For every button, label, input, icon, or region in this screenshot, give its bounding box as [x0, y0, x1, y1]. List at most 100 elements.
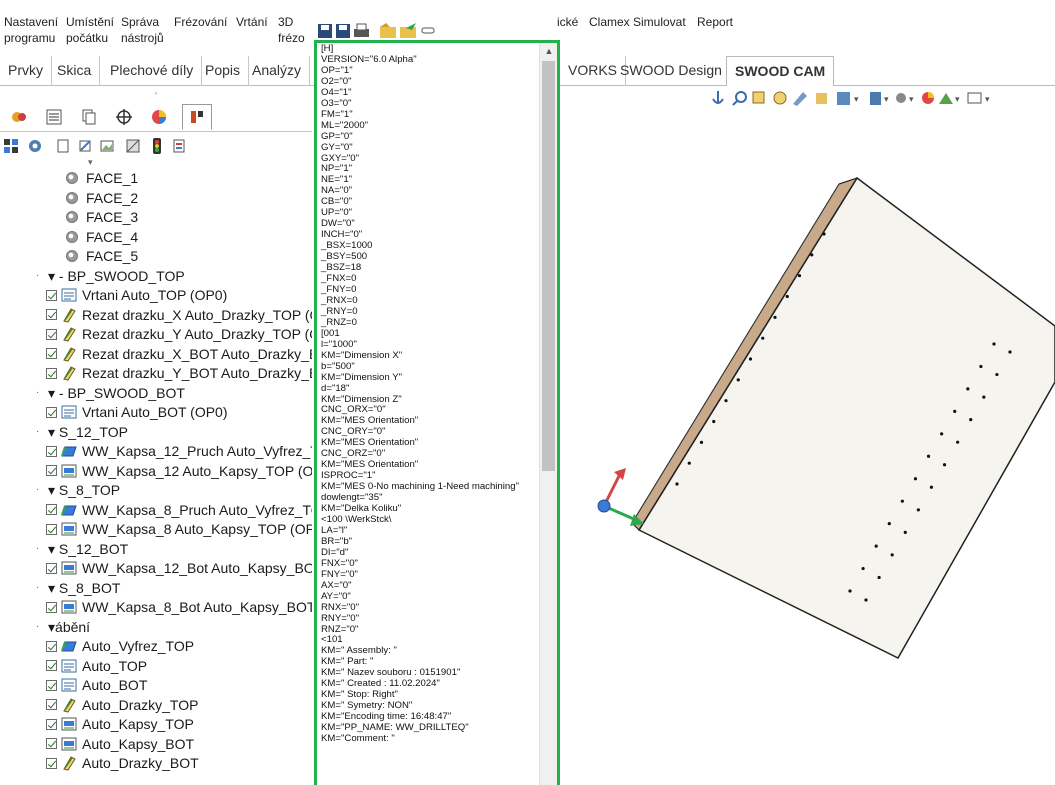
- image-icon[interactable]: [98, 137, 116, 155]
- tree-item[interactable]: FACE_2: [66, 188, 138, 208]
- editor-line: FNY="0": [321, 568, 358, 580]
- checkbox[interactable]: [46, 328, 57, 340]
- tree-item[interactable]: FACE_3: [66, 207, 138, 227]
- menu-item[interactable]: 3D frézo: [278, 14, 305, 46]
- panel-splitter-handle[interactable]: ◦: [0, 86, 312, 102]
- scrollbar-thumb[interactable]: [542, 61, 555, 471]
- tree-item[interactable]: WW_Kapsa_8_Pruch Auto_Vyfrez_TOP: [46, 500, 312, 520]
- graphics-viewport[interactable]: ▾ ▾ ▾ ▾ ▾: [560, 86, 1055, 785]
- minimize-bar-icon[interactable]: [421, 27, 435, 34]
- editor-line: CB="0": [321, 196, 353, 208]
- checkbox[interactable]: [46, 679, 57, 691]
- tree-item[interactable]: Auto_BOT: [46, 675, 147, 695]
- tab-skica[interactable]: Skica: [49, 56, 101, 86]
- tree-item[interactable]: Auto_Drazky_BOT: [46, 753, 199, 773]
- tab-feature-manager[interactable]: [4, 104, 34, 130]
- tree-item[interactable]: · ▾ S_12_BOT: [36, 539, 128, 559]
- tree-item[interactable]: · ▾ S_12_TOP: [36, 422, 128, 442]
- tab-anal-zy[interactable]: Analýzy: [244, 56, 311, 86]
- tree-item-label: ▾ S_12_TOP: [48, 423, 128, 440]
- tab-plechov-d-ly[interactable]: Plechové díly: [102, 56, 203, 86]
- menu-item[interactable]: Clamex: [589, 14, 630, 30]
- traffic-light-icon[interactable]: [148, 137, 166, 155]
- tree-item[interactable]: Auto_Drazky_TOP: [46, 695, 198, 715]
- checkbox[interactable]: [46, 562, 57, 574]
- menu-item[interactable]: Report: [697, 14, 733, 30]
- menu-item[interactable]: ické: [557, 14, 578, 30]
- tab-dimxpert-manager[interactable]: [109, 104, 139, 130]
- checkbox[interactable]: [46, 348, 57, 359]
- appearance-icon: [152, 110, 166, 124]
- material-icon[interactable]: [124, 137, 142, 155]
- text-editor[interactable]: [H] VERSION="6.0 Alpha" OP="1" O2="0" O4="1"…: [314, 40, 560, 785]
- checkbox[interactable]: [46, 757, 57, 769]
- menu-item[interactable]: Frézování: [174, 14, 227, 30]
- tab-property-manager[interactable]: [39, 104, 69, 130]
- tree-item[interactable]: Auto_TOP: [46, 656, 147, 676]
- checkbox[interactable]: [46, 445, 57, 457]
- tab-display-manager[interactable]: [144, 104, 174, 130]
- tree-item[interactable]: · ▾ S_8_BOT: [36, 578, 120, 598]
- checkbox[interactable]: [46, 406, 57, 418]
- tab-swood-cam[interactable]: [182, 104, 212, 130]
- tree-item[interactable]: Rezat drazku_X Auto_Drazky_TOP (OF: [46, 305, 312, 325]
- tree-item[interactable]: · ▾ - BP_SWOOD_BOT: [36, 383, 185, 403]
- tree-item[interactable]: WW_Kapsa_8 Auto_Kapsy_TOP (OP0): [46, 519, 312, 539]
- tree-item[interactable]: Vrtani Auto_TOP (OP0): [46, 285, 227, 305]
- tree-item[interactable]: · ▾ábění: [36, 617, 90, 637]
- tab-configuration-manager[interactable]: [74, 104, 104, 130]
- tab-prvky[interactable]: Prvky: [0, 56, 52, 86]
- tree-item[interactable]: Rezat drazku_Y_BOT Auto_Drazky_BO: [46, 363, 312, 383]
- cad-scene[interactable]: [560, 86, 1055, 785]
- open-folder-arrow-icon[interactable]: [400, 23, 416, 38]
- tree-item[interactable]: WW_Kapsa_12 Auto_Kapsy_TOP (OPC: [46, 461, 312, 481]
- tab-popis[interactable]: Popis: [197, 56, 250, 86]
- tree-item[interactable]: Rezat drazku_X_BOT Auto_Drazky_BO: [46, 344, 312, 364]
- checkbox[interactable]: [46, 640, 57, 652]
- print-icon[interactable]: [354, 23, 369, 37]
- report-icon[interactable]: [170, 137, 188, 155]
- document-icon[interactable]: [54, 137, 72, 155]
- menu-item[interactable]: Správa nástrojů: [121, 14, 164, 46]
- checkbox[interactable]: [46, 309, 57, 320]
- tree-item[interactable]: Auto_Kapsy_BOT: [46, 734, 194, 754]
- tree-item[interactable]: Auto_Kapsy_TOP: [46, 714, 194, 734]
- checkbox[interactable]: [46, 699, 57, 710]
- settings-icon[interactable]: [26, 137, 44, 155]
- checkbox[interactable]: [46, 367, 57, 379]
- tree-item[interactable]: FACE_4: [66, 227, 138, 247]
- menu-item[interactable]: Vrtání: [236, 14, 268, 30]
- checkbox[interactable]: [46, 718, 57, 730]
- collapse-caret-icon[interactable]: ▾: [88, 152, 93, 172]
- tree-item[interactable]: · ▾ S_8_TOP: [36, 480, 120, 500]
- editor-content[interactable]: [H] VERSION="6.0 Alpha" OP="1" O2="0" O4="1"…: [321, 43, 541, 745]
- menu-item[interactable]: Umístění počátku: [66, 14, 114, 46]
- checkbox[interactable]: [46, 738, 57, 749]
- save-icon[interactable]: [318, 24, 332, 38]
- menu-item-label: Frézování: [174, 15, 228, 29]
- checkbox[interactable]: [46, 504, 57, 515]
- tree-item[interactable]: WW_Kapsa_12_Pruch Auto_Vyfrez_TOI: [46, 441, 312, 461]
- checkbox[interactable]: [46, 289, 57, 301]
- tree-item[interactable]: Vrtani Auto_BOT (OP0): [46, 402, 228, 422]
- checkbox[interactable]: [46, 660, 57, 671]
- tree-item[interactable]: · ▾ - BP_SWOOD_TOP: [36, 266, 185, 286]
- grid-view-icon[interactable]: [2, 137, 20, 155]
- tree-item[interactable]: Auto_Vyfrez_TOP: [46, 636, 194, 656]
- tree-item[interactable]: FACE_5: [66, 246, 138, 266]
- save-as-icon[interactable]: [336, 24, 350, 38]
- tree-item[interactable]: Rezat drazku_Y Auto_Drazky_TOP (OF: [46, 324, 312, 344]
- vertical-scrollbar[interactable]: ▲: [539, 43, 557, 785]
- tab-swood-design[interactable]: SWOOD Design: [612, 56, 731, 86]
- tree-item[interactable]: FACE_1: [66, 168, 138, 188]
- menu-item[interactable]: Nastavení programu: [4, 14, 58, 46]
- checkbox[interactable]: [46, 523, 57, 535]
- menu-item[interactable]: Simulovat: [633, 14, 686, 30]
- tree-item[interactable]: WW_Kapsa_8_Bot Auto_Kapsy_BOT (I: [46, 597, 312, 617]
- open-folder-icon[interactable]: [380, 23, 396, 38]
- tab-swood-cam[interactable]: SWOOD CAM: [726, 56, 835, 87]
- checkbox[interactable]: [46, 601, 57, 613]
- checkbox[interactable]: [46, 465, 57, 476]
- tree-item[interactable]: WW_Kapsa_12_Bot Auto_Kapsy_BOT: [46, 558, 312, 578]
- scroll-up-icon[interactable]: ▲: [540, 43, 557, 59]
